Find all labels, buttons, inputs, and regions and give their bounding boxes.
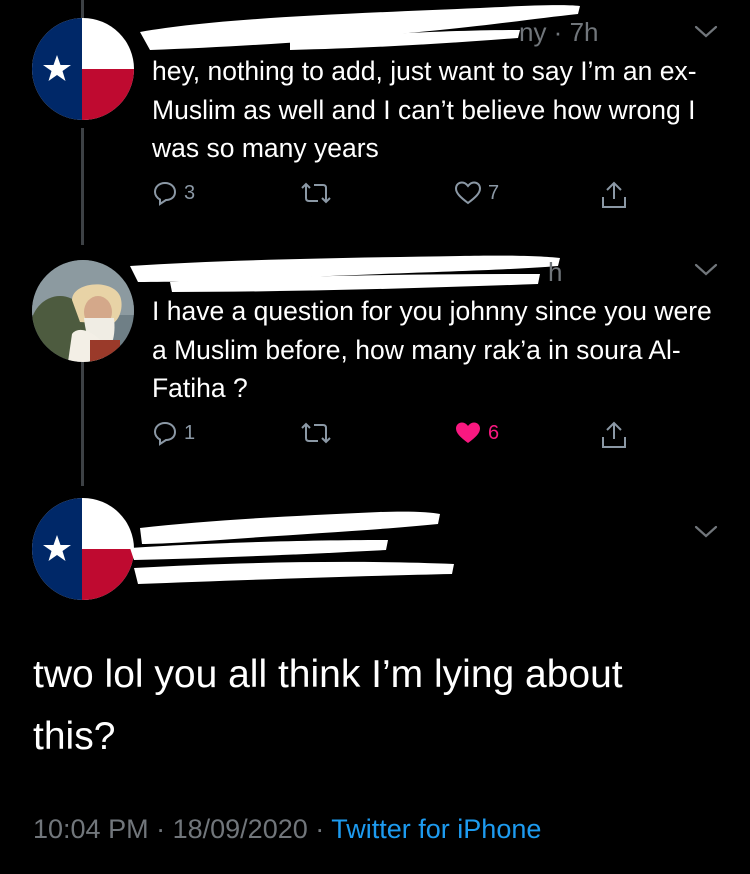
texas-flag-icon: [32, 498, 134, 600]
chevron-down-icon[interactable]: [692, 260, 720, 280]
reply-count: 3: [184, 181, 196, 204]
share-icon: [602, 181, 626, 208]
share-icon: [602, 421, 626, 448]
retweet-icon: [301, 422, 331, 444]
reply1-time: ny · 7h: [519, 17, 599, 47]
reply-button[interactable]: 3: [152, 180, 195, 206]
heart-icon: [454, 181, 482, 205]
tweet-source-link[interactable]: Twitter for iPhone: [331, 814, 541, 844]
avatar-texas-flag[interactable]: [32, 18, 134, 120]
reply-icon: [153, 421, 177, 446]
reply1-text: hey, nothing to add, just want to say I’…: [152, 56, 697, 163]
share-button[interactable]: [600, 420, 628, 450]
tweet-date: 18/09/2020: [172, 814, 308, 844]
reply-count: 1: [184, 421, 196, 444]
reply2-text: I have a question for you johnny since y…: [152, 296, 712, 403]
share-button[interactable]: [600, 180, 628, 210]
reply-icon: [153, 181, 177, 206]
redacted-username-3: [130, 511, 454, 584]
texas-flag-icon: [32, 18, 134, 120]
redacted-username-2: [130, 255, 560, 292]
thread-line-1: [81, 128, 84, 245]
avatar-portrait[interactable]: [32, 260, 134, 362]
avatar-texas-flag[interactable]: [32, 498, 134, 600]
redacted-username-1: [140, 5, 580, 50]
reply2-time: h: [548, 257, 563, 287]
retweet-button[interactable]: [300, 420, 338, 446]
chevron-down-icon[interactable]: [692, 22, 720, 42]
reply1-actions: 3 7: [152, 180, 642, 220]
reply-button[interactable]: 1: [152, 420, 195, 446]
separator: ·: [315, 814, 325, 844]
tweet-footer: 10:04 PM · 18/09/2020 · Twitter for iPho…: [33, 814, 541, 845]
like-button[interactable]: 7: [454, 180, 499, 206]
separator: ·: [156, 814, 166, 844]
old-man-portrait-icon: [32, 260, 134, 362]
like-count: 6: [488, 421, 500, 444]
main-tweet-text: two lol you all think I’m lying about th…: [33, 653, 623, 758]
chevron-down-icon[interactable]: [692, 522, 720, 542]
tweet-time: 10:04 PM: [33, 814, 149, 844]
like-button-liked[interactable]: 6: [454, 420, 499, 446]
retweet-icon: [301, 182, 331, 204]
reply2-actions: 1 6: [152, 420, 642, 460]
like-count: 7: [488, 181, 500, 204]
heart-filled-icon: [456, 422, 480, 443]
retweet-button[interactable]: [300, 180, 338, 206]
thread-line-2: [81, 362, 84, 486]
